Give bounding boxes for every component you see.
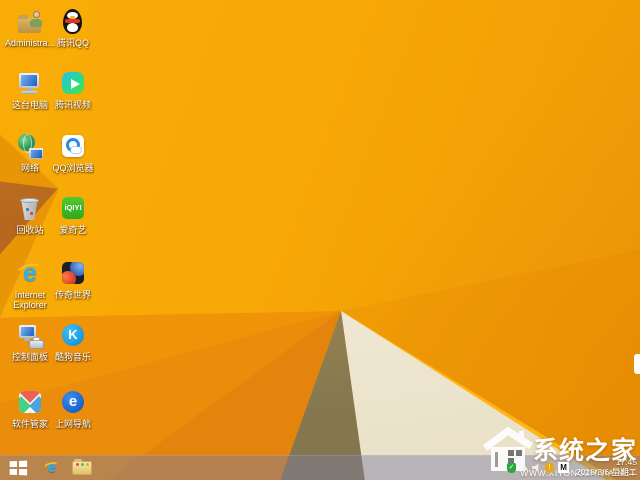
desktop-icon-tencent-video[interactable]: 腾讯视频 xyxy=(47,70,99,110)
e-circle-icon: e xyxy=(59,389,87,417)
icon-label: 酷狗音乐 xyxy=(54,352,91,362)
trash-can-icon xyxy=(16,195,44,223)
desktop-icon-legend-world[interactable]: 传奇世界 xyxy=(47,260,99,300)
show-hidden-icons-button[interactable] xyxy=(520,465,529,470)
taskbar-clock[interactable]: 17:45 2018/3/6 星期二 xyxy=(576,457,637,477)
input-method-indicator[interactable]: M xyxy=(558,462,570,473)
icon-label: 腾讯视频 xyxy=(54,100,91,110)
system-tray: ✓ ! M 17:45 2018/3/6 星期二 xyxy=(507,455,637,480)
q-cloud-icon xyxy=(59,133,87,161)
ie-icon: e xyxy=(14,260,46,288)
desktop-icon-qq-browser[interactable]: QQ浏览器 xyxy=(47,133,99,173)
qq-penguin-icon xyxy=(59,8,87,36)
ie-icon: e xyxy=(41,460,61,476)
icon-label: 腾讯QQ xyxy=(56,38,89,48)
desktop-icon-kugou-music[interactable]: K 酷狗音乐 xyxy=(47,322,99,362)
desktop-icon-iqiyi[interactable]: iQIYI 爱奇艺 xyxy=(47,195,99,235)
alert-shield-icon[interactable]: ! xyxy=(545,462,555,473)
user-folder-icon xyxy=(16,8,44,36)
wallpaper-edge-notch xyxy=(634,354,640,374)
desktop-icon-tencent-qq[interactable]: 腾讯QQ xyxy=(47,8,99,48)
computer-printer-icon xyxy=(16,322,44,350)
desktop-screen: Administra... 这台电脑 网络 回收站 e Internet Exp… xyxy=(0,0,640,480)
taskbar-file-explorer-button[interactable] xyxy=(66,456,98,480)
icon-label: 上网导航 xyxy=(54,419,91,429)
icon-label: 传奇世界 xyxy=(54,290,91,300)
pinwheel-squares-icon xyxy=(16,389,44,417)
security-shield-icon[interactable]: ✓ xyxy=(507,462,517,473)
clock-date: 2018/3/6 星期二 xyxy=(576,466,637,477)
iqiyi-logo-icon: iQIYI xyxy=(59,195,87,223)
computer-icon xyxy=(16,70,44,98)
windows-logo-icon xyxy=(9,460,28,476)
desktop-icon-web-navigation[interactable]: e 上网导航 xyxy=(47,389,99,429)
game-orbs-icon xyxy=(59,260,87,288)
file-explorer-icon xyxy=(72,459,92,475)
play-button-icon xyxy=(59,70,87,98)
network-globe-icon xyxy=(16,133,44,161)
k-circle-icon: K xyxy=(59,322,87,350)
volume-icon[interactable] xyxy=(532,463,539,472)
taskbar-ie-button[interactable]: e xyxy=(36,456,66,480)
icon-label: 爱奇艺 xyxy=(59,225,87,235)
icon-label: QQ浏览器 xyxy=(52,163,94,173)
start-button[interactable] xyxy=(0,456,36,480)
